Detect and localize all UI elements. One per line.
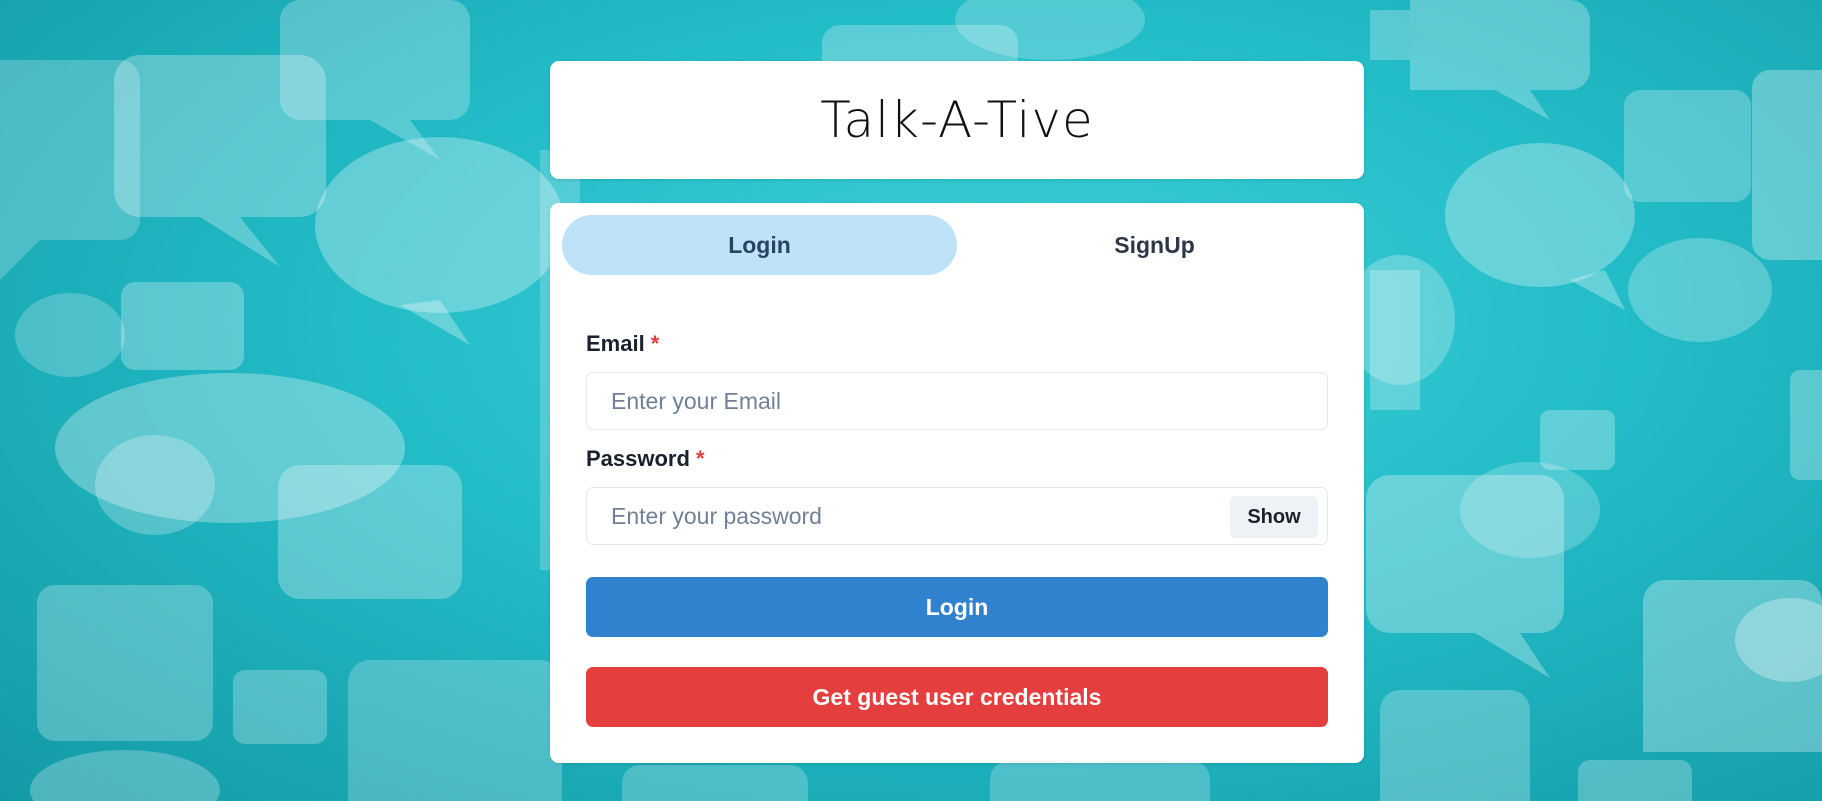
auth-form-card: Login SignUp Email* Password* Show Login… xyxy=(550,203,1364,763)
email-required-mark: * xyxy=(650,331,660,356)
tab-login[interactable]: Login xyxy=(562,215,957,275)
email-label-text: Email xyxy=(586,331,645,356)
email-input[interactable] xyxy=(586,372,1328,430)
password-label: Password * xyxy=(586,446,705,472)
auth-tabs: Login SignUp xyxy=(562,215,1352,275)
guest-credentials-button[interactable]: Get guest user credentials xyxy=(586,667,1328,727)
password-label-text: Password xyxy=(586,446,690,471)
tab-signup[interactable]: SignUp xyxy=(957,215,1352,275)
password-required-mark: * xyxy=(695,446,705,471)
app-header-card: Talk-A-Tive xyxy=(550,61,1364,179)
app-title: Talk-A-Tive xyxy=(820,91,1094,149)
login-button[interactable]: Login xyxy=(586,577,1328,637)
show-password-button[interactable]: Show xyxy=(1230,496,1318,538)
email-label: Email * xyxy=(586,331,659,357)
password-input[interactable] xyxy=(586,487,1328,545)
